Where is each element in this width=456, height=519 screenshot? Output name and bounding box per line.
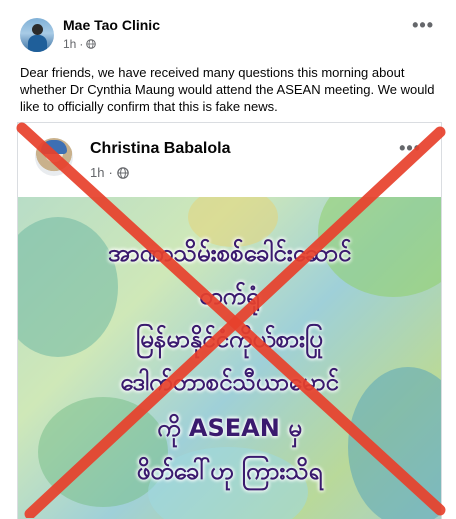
shared-author-avatar[interactable]	[35, 138, 73, 176]
page-avatar[interactable]	[20, 18, 54, 52]
image-text-line: အာဏာသိမ်းစစ်ခေါင်းဆောင်	[107, 239, 352, 267]
post-body-text: Dear friends, we have received many ques…	[20, 65, 435, 114]
image-text-line: ဒေါက်တာစင်သီယာမောင်	[120, 368, 339, 396]
shared-post-time[interactable]: 1h	[90, 165, 104, 180]
page-name-link[interactable]: Mae Tao Clinic	[63, 17, 160, 33]
shared-post-image[interactable]: အာဏာသိမ်းစစ်ခေါင်းဆောင် တက်ရုံ မြန်မာနို…	[18, 197, 441, 519]
image-text-line: ကို ASEAN မှ	[157, 414, 302, 442]
image-text-line: မြန်မာနိုင်ငံကိုယ်စားပြု	[136, 325, 323, 353]
post-meta: 1h ·	[63, 37, 97, 51]
more-options-icon[interactable]: •••	[412, 16, 434, 34]
image-text-line: တက်ရုံ	[199, 282, 260, 310]
shared-post: Christina Babalola 1h · ••• အာဏာသိမ်းစစ်…	[17, 122, 442, 519]
shared-more-options-icon[interactable]: •••	[399, 139, 421, 157]
image-text-line: ဖိတ်ခေါ်ဟု ကြားသိရ	[136, 457, 323, 485]
shared-post-meta: 1h ·	[90, 165, 129, 180]
shared-author-name[interactable]: Christina Babalola	[90, 140, 230, 158]
post-header: Mae Tao Clinic 1h · •••	[0, 0, 456, 58]
globe-icon	[86, 39, 97, 49]
globe-icon	[117, 166, 129, 179]
image-overlay-text: အာဏာသိမ်းစစ်ခေါင်းဆောင် တက်ရုံ မြန်မာနို…	[18, 197, 441, 519]
post-time[interactable]: 1h	[63, 37, 76, 51]
